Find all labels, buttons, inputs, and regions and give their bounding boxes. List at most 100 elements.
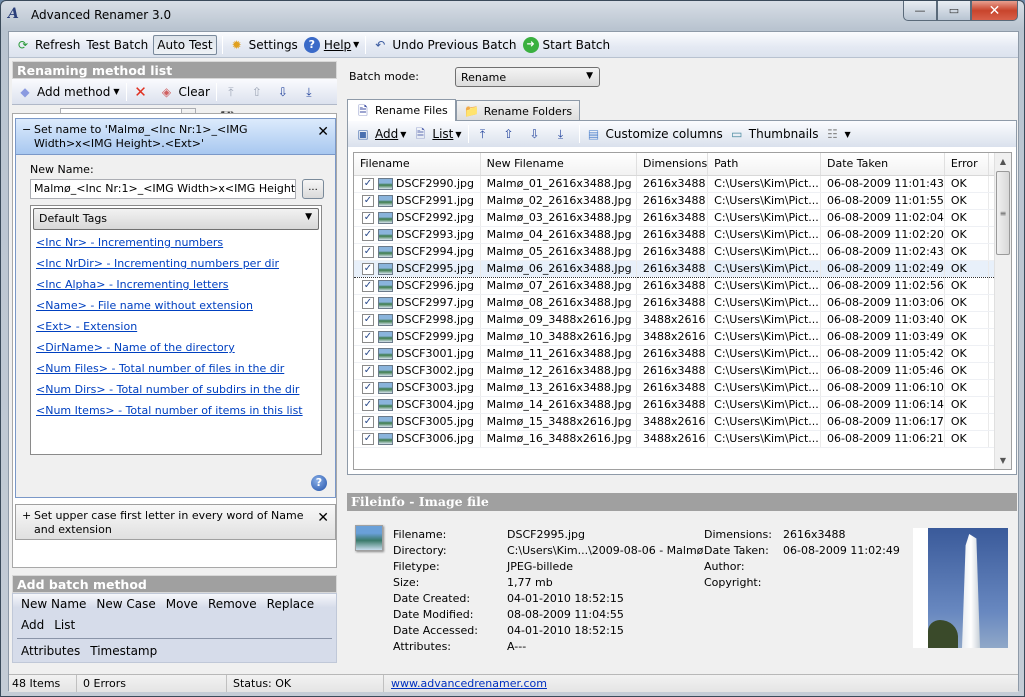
view-mode-button[interactable]: ☷ ▼ <box>822 124 854 144</box>
table-row[interactable]: ✓ DSCF3003.jpg Malmø_13_2616x3488.Jpg 2616x… <box>354 379 1011 397</box>
method-item-new-case[interactable]: + Set upper case first letter in every w… <box>15 504 336 540</box>
table-row[interactable]: ✓ DSCF2993.jpg Malmø_04_2616x3488.Jpg 2616x… <box>354 226 1011 244</box>
table-row[interactable]: ✓ DSCF3004.jpg Malmø_14_2616x3488.Jpg 2616x… <box>354 396 1011 414</box>
checkbox[interactable]: ✓ <box>362 280 374 292</box>
table-row[interactable]: ✓ DSCF2990.jpg Malmø_01_2616x3488.Jpg 2616x… <box>354 175 1011 193</box>
customize-columns-button[interactable]: ▤ Customize columns <box>583 124 726 144</box>
move-up-button[interactable]: ⇧ <box>498 124 524 144</box>
tag-link[interactable]: <Ext> - Extension <box>36 316 321 337</box>
tab-rename-files[interactable]: 🗎 Rename Files <box>347 99 456 121</box>
checkbox[interactable]: ✓ <box>362 348 374 360</box>
batch-method-timestamp[interactable]: Timestamp <box>86 641 161 662</box>
settings-button[interactable]: ✹ Settings <box>226 35 301 55</box>
column-header-error[interactable]: Error <box>944 153 990 176</box>
table-row[interactable]: ✓ DSCF2994.jpg Malmø_05_2616x3488.Jpg 2616x… <box>354 243 1011 261</box>
tab-rename-folders[interactable]: 📁 Rename Folders <box>455 100 581 121</box>
tag-link[interactable]: <Num Dirs> - Total number of subdirs in … <box>36 379 321 400</box>
batch-method-new-name[interactable]: New Name <box>17 594 90 615</box>
checkbox[interactable]: ✓ <box>362 297 374 309</box>
remove-method-icon[interactable]: ✕ <box>317 125 329 139</box>
list-button[interactable]: 🗎 List ▼ <box>409 124 464 144</box>
table-row[interactable]: ✓ DSCF2992.jpg Malmø_03_2616x3488.Jpg 2616x… <box>354 209 1011 227</box>
checkbox[interactable]: ✓ <box>362 178 374 190</box>
clear-button[interactable]: ◈ Clear <box>156 82 213 102</box>
table-row[interactable]: ✓ DSCF3001.jpg Malmø_11_2616x3488.Jpg 2616x… <box>354 345 1011 363</box>
column-header-filename[interactable]: Filename <box>354 153 481 176</box>
batch-method-new-case[interactable]: New Case <box>92 594 159 615</box>
refresh-button[interactable]: ⟳ Refresh <box>12 35 83 55</box>
checkbox[interactable]: ✓ <box>362 314 374 326</box>
table-row[interactable]: ✓ DSCF2996.jpg Malmø_07_2616x3488.Jpg 2616x… <box>354 277 1011 295</box>
checkbox[interactable]: ✓ <box>362 433 374 445</box>
checkbox[interactable]: ✓ <box>362 229 374 241</box>
tag-picker-button[interactable]: ... <box>302 179 324 199</box>
batch-method-remove[interactable]: Remove <box>204 594 261 615</box>
batch-method-attributes[interactable]: Attributes <box>17 641 84 662</box>
move-up-button[interactable]: ⇧ <box>246 82 272 102</box>
remove-method-icon[interactable]: ✕ <box>317 511 329 525</box>
scroll-down-icon[interactable]: ▼ <box>995 452 1011 469</box>
move-down-button[interactable]: ⇩ <box>524 124 550 144</box>
table-row[interactable]: ✓ DSCF2998.jpg Malmø_09_3488x2616.Jpg 3488x… <box>354 311 1011 329</box>
table-row[interactable]: ✓ DSCF2995.jpg Malmø_06_2616x3488.Jpg 2616x… <box>354 259 1011 278</box>
column-header-dimensions[interactable]: Dimensions <box>636 153 709 176</box>
table-row[interactable]: ✓ DSCF2997.jpg Malmø_08_2616x3488.Jpg 2616x… <box>354 294 1011 312</box>
table-row[interactable]: ✓ DSCF3006.jpg Malmø_16_3488x2616.Jpg 3488x… <box>354 430 1011 448</box>
thumbnails-button[interactable]: ▭ Thumbnails <box>726 124 822 144</box>
auto-test-button[interactable]: Auto Test <box>153 34 217 55</box>
batch-method-list[interactable]: List <box>50 615 79 636</box>
collapse-icon[interactable]: − <box>22 123 31 137</box>
method-header[interactable]: − Set name to 'Malmø_<Inc Nr:1>_<IMG Wid… <box>16 119 335 155</box>
checkbox[interactable]: ✓ <box>362 246 374 258</box>
undo-button[interactable]: ↶ Undo Previous Batch <box>369 35 519 55</box>
maximize-button[interactable]: ▭ <box>937 1 971 21</box>
help-icon[interactable]: ? <box>311 475 327 491</box>
checkbox[interactable]: ✓ <box>362 331 374 343</box>
move-bottom-button[interactable]: ⤓ <box>550 124 576 144</box>
tag-link[interactable]: <Inc NrDir> - Incrementing numbers per d… <box>36 253 321 274</box>
website-link[interactable]: www.advancedrenamer.com <box>384 675 547 692</box>
tags-combo[interactable]: Default Tags ▼ <box>33 208 319 230</box>
tag-link[interactable]: <Num Files> - Total number of files in t… <box>36 358 321 379</box>
batch-method-add[interactable]: Add <box>17 615 48 636</box>
new-name-input[interactable]: Malmø_<Inc Nr:1>_<IMG Width>x<IMG Height… <box>30 179 296 199</box>
table-row[interactable]: ✓ DSCF2999.jpg Malmø_10_3488x2616.Jpg 3488x… <box>354 328 1011 346</box>
scroll-up-icon[interactable]: ▲ <box>995 153 1011 170</box>
expand-icon[interactable]: + <box>22 509 31 523</box>
column-header-path[interactable]: Path <box>707 153 821 176</box>
tag-link[interactable]: <Num Items> - Total number of items in t… <box>36 400 321 421</box>
delete-method-button[interactable]: ✕ <box>130 82 156 102</box>
checkbox[interactable]: ✓ <box>362 416 374 428</box>
checkbox[interactable]: ✓ <box>362 382 374 394</box>
tag-link[interactable]: <Name> - File name without extension <box>36 295 321 316</box>
test-batch-button[interactable]: Test Batch <box>83 35 151 55</box>
batch-method-replace[interactable]: Replace <box>263 594 318 615</box>
checkbox[interactable]: ✓ <box>362 365 374 377</box>
column-header-new-filename[interactable]: New Filename <box>480 153 637 176</box>
checkbox[interactable]: ✓ <box>362 212 374 224</box>
add-method-button[interactable]: ◆ Add method ▼ <box>14 82 123 102</box>
checkbox[interactable]: ✓ <box>362 195 374 207</box>
minimize-button[interactable]: — <box>903 1 937 21</box>
add-files-button[interactable]: ▣ Add ▼ <box>352 124 409 144</box>
table-row[interactable]: ✓ DSCF3002.jpg Malmø_12_2616x3488.Jpg 2616x… <box>354 362 1011 380</box>
help-button[interactable]: ? Help ▼ <box>301 35 363 55</box>
checkbox[interactable]: ✓ <box>362 263 374 275</box>
table-row[interactable]: ✓ DSCF2991.jpg Malmø_02_2616x3488.Jpg 2616x… <box>354 192 1011 210</box>
method-item-new-name[interactable]: − Set name to 'Malmø_<Inc Nr:1>_<IMG Wid… <box>15 118 336 498</box>
tag-link[interactable]: <Inc Alpha> - Incrementing letters <box>36 274 321 295</box>
close-button[interactable]: ✕ <box>971 1 1018 21</box>
move-top-button[interactable]: ⤒ <box>220 82 246 102</box>
scroll-thumb[interactable]: ≡ <box>996 171 1010 255</box>
tag-link[interactable]: <DirName> - Name of the directory <box>36 337 321 358</box>
move-down-button[interactable]: ⇩ <box>272 82 298 102</box>
table-row[interactable]: ✓ DSCF3005.jpg Malmø_15_3488x2616.Jpg 3488x… <box>354 413 1011 431</box>
tag-link[interactable]: <Inc Nr> - Incrementing numbers <box>36 232 321 253</box>
checkbox[interactable]: ✓ <box>362 399 374 411</box>
move-bottom-button[interactable]: ⤓ <box>298 82 324 102</box>
batch-method-move[interactable]: Move <box>162 594 202 615</box>
start-batch-button[interactable]: ➜ Start Batch <box>520 35 614 55</box>
vertical-scrollbar[interactable]: ▲ ≡ ▼ <box>994 153 1011 469</box>
column-header-date-taken[interactable]: Date Taken <box>820 153 945 176</box>
batch-mode-combo[interactable]: Rename ▼ <box>455 67 600 87</box>
